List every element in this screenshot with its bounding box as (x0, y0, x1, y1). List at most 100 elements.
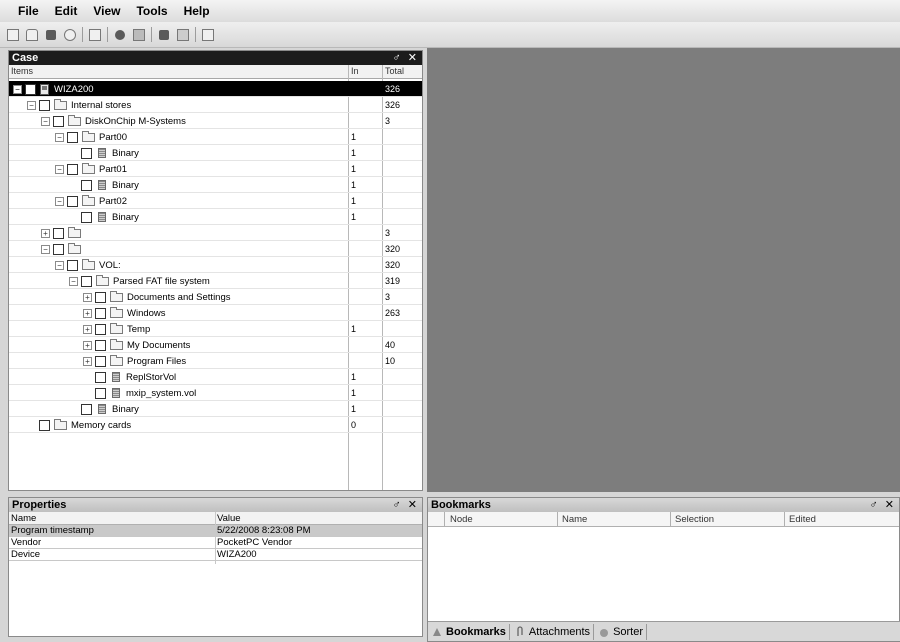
collapse-icon[interactable]: − (41, 116, 50, 126)
row-checkbox[interactable] (67, 195, 78, 207)
tree-row[interactable]: − Internal stores 326 (9, 97, 422, 113)
tree-row-label: Program Files (127, 355, 187, 367)
tree-row[interactable]: ReplStorVol 1 (9, 369, 422, 385)
tree-row-label: VOL: (99, 259, 121, 271)
tab-attachments[interactable]: Attachments (514, 623, 595, 640)
tree-row[interactable]: − WIZA200 326 (9, 81, 422, 97)
tab-bookmarks[interactable]: Bookmarks (431, 623, 510, 640)
tree-row[interactable]: + Windows 263 (9, 305, 422, 321)
collapse-icon[interactable]: − (41, 244, 50, 254)
row-checkbox[interactable] (95, 355, 106, 367)
toolbar-separator (151, 27, 152, 42)
tree-row[interactable]: Binary 1 (9, 209, 422, 225)
row-checkbox[interactable] (39, 419, 50, 431)
menu-tools[interactable]: Tools (128, 0, 175, 22)
menu-help[interactable]: Help (176, 0, 218, 22)
tree-row[interactable]: Binary 1 (9, 177, 422, 193)
expand-icon[interactable]: + (83, 356, 92, 366)
row-checkbox[interactable] (53, 243, 64, 255)
row-checkbox[interactable] (81, 179, 92, 191)
menu-view[interactable]: View (85, 0, 128, 22)
find-icon[interactable] (113, 28, 127, 42)
row-checkbox[interactable] (67, 259, 78, 271)
tree-node: Binary (69, 179, 139, 191)
collapse-icon[interactable]: − (55, 164, 64, 174)
column-header-in[interactable]: In (351, 66, 359, 76)
panel-controls[interactable]: ♂ ✕ (392, 51, 419, 65)
collapse-icon[interactable]: − (55, 196, 64, 206)
column-header-total[interactable]: Total (385, 66, 404, 76)
row-checkbox[interactable] (67, 131, 78, 143)
tree-row[interactable]: − Part02 1 (9, 193, 422, 209)
collapse-icon[interactable]: − (55, 260, 64, 270)
collapse-icon[interactable]: − (69, 276, 78, 286)
panel-controls[interactable]: ♂ ✕ (392, 498, 419, 512)
row-checkbox[interactable] (95, 387, 106, 399)
collapse-icon[interactable]: − (13, 84, 22, 94)
copy-icon[interactable] (88, 28, 102, 42)
property-row[interactable]: Program timestamp 5/22/2008 8:23:08 PM (9, 525, 422, 537)
row-checkbox[interactable] (95, 291, 106, 303)
new-icon[interactable] (6, 28, 20, 42)
tree-row[interactable]: Binary 1 (9, 145, 422, 161)
flag-icon[interactable] (132, 28, 146, 42)
row-checkbox[interactable] (81, 211, 92, 223)
tree-row[interactable]: Binary 1 (9, 401, 422, 417)
in-count: 1 (351, 132, 357, 142)
tree-row-label: Memory cards (71, 419, 132, 431)
tree-row[interactable]: + Documents and Settings 3 (9, 289, 422, 305)
row-checkbox[interactable] (67, 163, 78, 175)
tree-row[interactable]: − Parsed FAT file system 319 (9, 273, 422, 289)
property-row[interactable]: Device WIZA200 (9, 549, 422, 561)
tree-row[interactable]: Memory cards 0 (9, 417, 422, 433)
column-header-items[interactable]: Items (11, 66, 33, 76)
in-count: 1 (351, 372, 357, 382)
tree-row[interactable]: mxip_system.vol 1 (9, 385, 422, 401)
column-header-selection[interactable]: Selection (675, 514, 714, 525)
row-checkbox[interactable] (25, 83, 36, 95)
panel-controls[interactable]: ♂ ✕ (869, 498, 896, 512)
row-checkbox[interactable] (95, 323, 106, 335)
expand-icon[interactable]: + (83, 340, 92, 350)
row-checkbox[interactable] (39, 99, 50, 111)
settings-icon[interactable] (63, 28, 77, 42)
tree-row[interactable]: − VOL: 320 (9, 257, 422, 273)
column-header-node[interactable]: Node (450, 514, 473, 525)
expand-icon[interactable]: + (83, 324, 92, 334)
expand-icon[interactable]: + (41, 228, 50, 238)
tree-row[interactable]: + Temp 1 (9, 321, 422, 337)
tree-node: − Part00 (55, 130, 127, 143)
row-checkbox[interactable] (81, 147, 92, 159)
tree-row[interactable]: − Part00 1 (9, 129, 422, 145)
tree-row[interactable]: + Program Files 10 (9, 353, 422, 369)
export-icon[interactable] (157, 28, 171, 42)
row-checkbox[interactable] (81, 275, 92, 287)
column-header-edited[interactable]: Edited (789, 514, 816, 525)
column-divider (784, 512, 785, 527)
row-checkbox[interactable] (95, 339, 106, 351)
tree-row[interactable]: + My Documents 40 (9, 337, 422, 353)
row-checkbox[interactable] (53, 115, 64, 127)
menu-bar: File Edit View Tools Help (0, 0, 900, 22)
expand-icon[interactable]: + (83, 308, 92, 318)
row-checkbox[interactable] (81, 403, 92, 415)
tree-row[interactable]: +3 (9, 225, 422, 241)
check-icon[interactable] (201, 28, 215, 42)
import-icon[interactable] (176, 28, 190, 42)
collapse-icon[interactable]: − (55, 132, 64, 142)
save-icon[interactable] (44, 28, 58, 42)
row-checkbox[interactable] (95, 307, 106, 319)
tab-sorter[interactable]: Sorter (598, 623, 648, 640)
open-icon[interactable] (25, 28, 39, 42)
row-checkbox[interactable] (53, 227, 64, 239)
row-checkbox[interactable] (95, 371, 106, 383)
tree-row[interactable]: − Part01 1 (9, 161, 422, 177)
menu-edit[interactable]: Edit (47, 0, 86, 22)
expand-icon[interactable]: + (83, 292, 92, 302)
tree-row[interactable]: − 320 (9, 241, 422, 257)
column-header-name[interactable]: Name (562, 514, 587, 525)
property-row[interactable]: Vendor PocketPC Vendor (9, 537, 422, 549)
collapse-icon[interactable]: − (27, 100, 36, 110)
tree-row[interactable]: − DiskOnChip M-Systems 3 (9, 113, 422, 129)
menu-file[interactable]: File (10, 0, 47, 22)
